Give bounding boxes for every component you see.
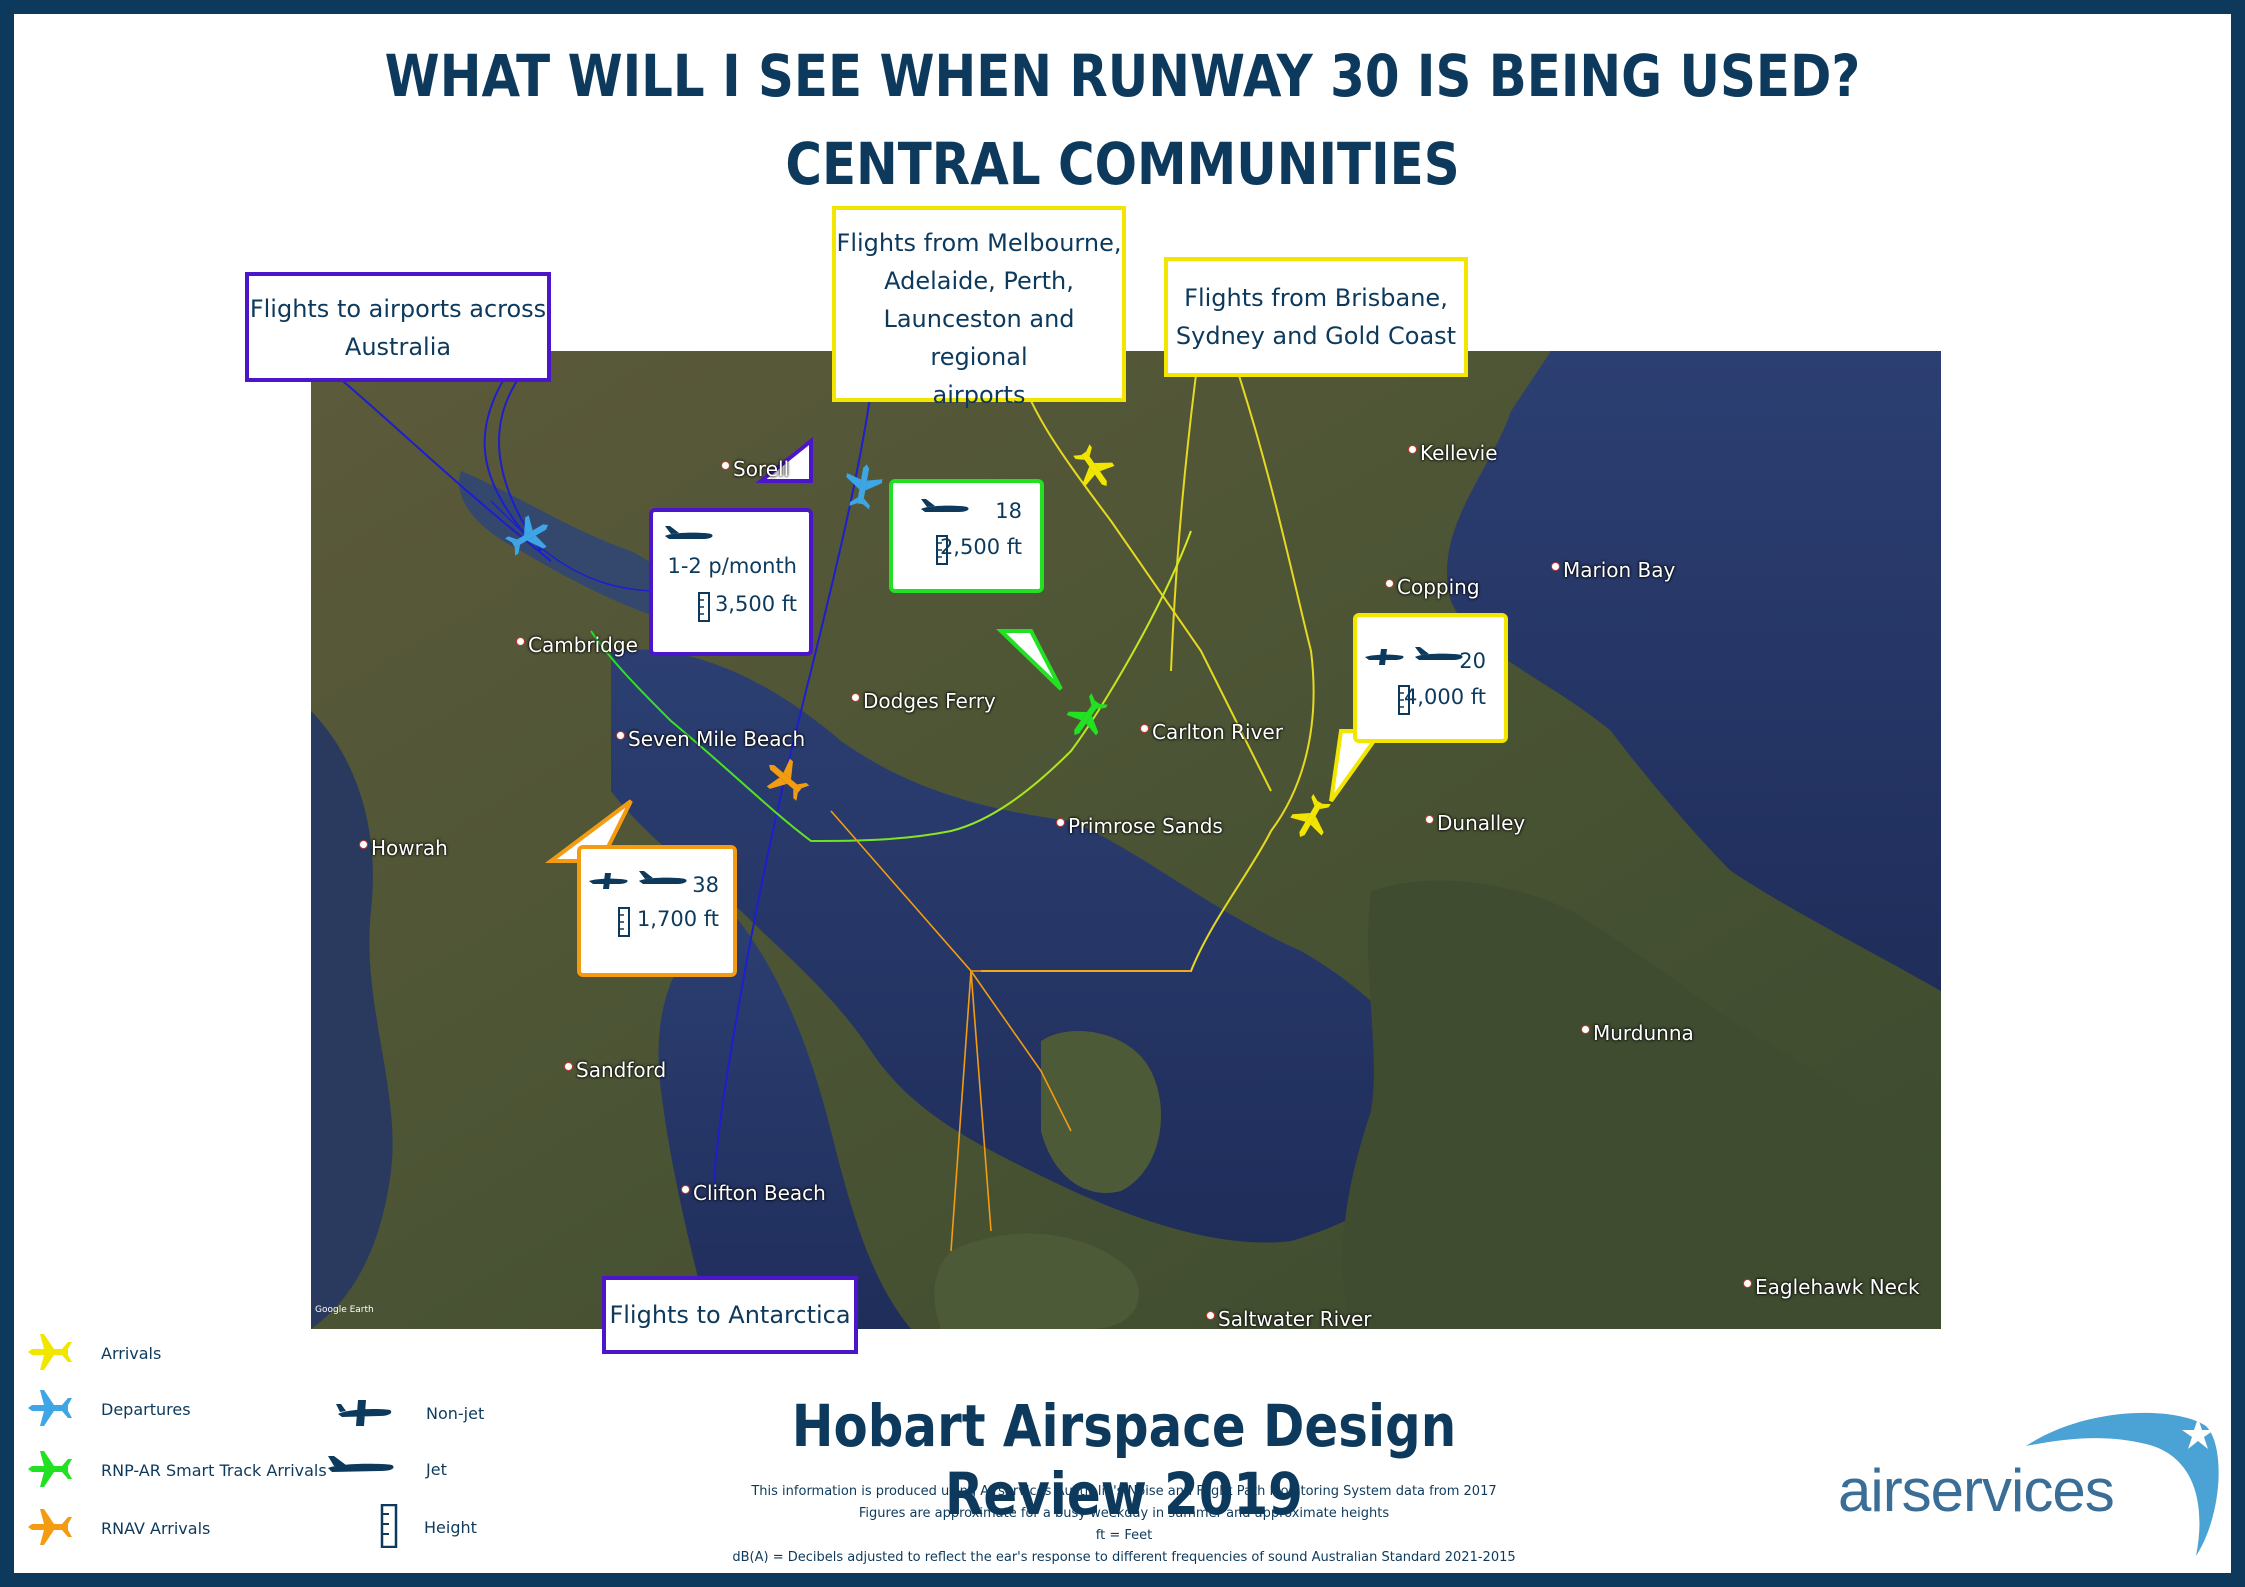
place-label: Murdunna [1581,1021,1694,1045]
page-title: WHAT WILL I SEE WHEN RUNWAY 30 IS BEING … [384,42,1861,110]
arrivals-plane-icon [28,1334,72,1370]
callout-arrivals-melbourne: Flights from Melbourne, Adelaide, Perth,… [832,206,1126,409]
callout-line: Sydney and Gold Coast [1175,322,1457,350]
jet-icon [1415,647,1463,660]
callout-departures-australia: Flights to airports across Australia [245,272,551,382]
stat-count: 18 [995,499,1022,523]
place-label: Primrose Sands [1056,814,1223,838]
height-icon [618,907,630,937]
satellite-map[interactable]: Sorell Kellevie Cambridge Copping Marion… [311,351,1941,1331]
legend-label: Departures [101,1400,191,1419]
non-jet-icon [336,1400,392,1426]
rnp-ar-plane-icon [28,1451,72,1487]
callout-line: Australia [344,333,452,361]
legend-jet: Jet [326,1450,526,1490]
height-icon [380,1504,398,1548]
legend-rnp-ar: RNP-AR Smart Track Arrivals [28,1447,328,1491]
stat-height: 1,700 ft [636,907,719,931]
place-label: Marion Bay [1551,558,1675,582]
non-jet-icon [589,873,628,889]
rnav-plane-icon [28,1509,72,1545]
legend-rnav: RNAV Arrivals [28,1505,328,1549]
stat-count: 1-2 p/month [667,554,797,578]
stat-box-rnav: 38 1,700 ft [577,845,737,977]
callout-line: Adelaide, Perth, [884,267,1074,295]
legend-label: RNP-AR Smart Track Arrivals [101,1461,327,1480]
callout-line: airports [932,381,1026,409]
map-credit: Google Earth [315,1305,374,1315]
place-label: Saltwater River [1206,1307,1372,1331]
legend-label: Jet [426,1460,447,1479]
place-label: Sorell [721,457,789,481]
map-canvas [311,351,1941,1329]
footnote: ft = Feet [1095,1528,1153,1543]
place-label: Eaglehawk Neck [1743,1275,1920,1299]
jet-icon [328,1456,394,1472]
footnote: This information is produced using Airse… [751,1484,1497,1499]
callout-arrivals-brisbane: Flights from Brisbane, Sydney and Gold C… [1164,257,1468,377]
legend-label: Height [424,1518,477,1537]
stat-count: 20 [1459,649,1486,673]
jet-icon [639,871,687,884]
poster: WHAT WILL I SEE WHEN RUNWAY 30 IS BEING … [14,14,2231,1573]
stat-box-rnp-ar: 18 2,500 ft [889,479,1044,593]
place-label: Kellevie [1408,441,1498,465]
legend-label: Non-jet [426,1404,485,1423]
legend-label: Arrivals [101,1344,162,1363]
callout-line: Flights to Antarctica [609,1301,851,1329]
legend-label: RNAV Arrivals [101,1519,211,1538]
stat-box-departures-australia: 1-2 p/month 3,500 ft [649,508,813,656]
non-jet-icon [1365,649,1404,665]
callout-line: Flights from Melbourne, [836,229,1122,257]
callout-line: Flights to airports across [249,295,547,323]
place-label: Copping [1385,575,1480,599]
jet-icon [921,499,969,512]
place-label: Cambridge [516,633,638,657]
place-label: Sandford [564,1058,666,1082]
stat-height: 2,500 ft [939,535,1022,559]
place-label: Dunalley [1425,811,1525,835]
departures-plane-icon [28,1390,72,1426]
footnote: dB(A) = Decibels adjusted to reflect the… [732,1550,1516,1565]
callout-line: Launceston and regional [883,305,1075,371]
place-label: Dodges Ferry [851,689,996,713]
legend-arrivals: Arrivals [28,1330,328,1374]
stat-box-arrivals: 20 4,000 ft [1353,613,1508,743]
place-label: Seven Mile Beach [616,727,805,751]
place-label: Clifton Beach [681,1181,826,1205]
height-icon [698,592,710,622]
callout-departures-antarctica: Flights to Antarctica [602,1276,858,1354]
place-label: Howrah [359,836,448,860]
stat-height: 4,000 ft [1403,685,1486,709]
legend-non-jet: Non-jet [334,1394,534,1434]
legend-departures: Departures [28,1386,328,1430]
place-label: Carlton River [1140,720,1283,744]
legend-height: Height [366,1504,526,1552]
jet-icon [665,526,713,539]
stat-height: 3,500 ft [714,592,797,616]
footnote: Figures are approximate for a busy weekd… [858,1506,1390,1521]
stat-count: 38 [692,873,719,897]
page-subtitle: CENTRAL COMMUNITIES [785,130,1460,198]
airservices-logo-text: airservices [1838,1457,2115,1524]
callout-line: Flights from Brisbane, [1184,284,1448,312]
